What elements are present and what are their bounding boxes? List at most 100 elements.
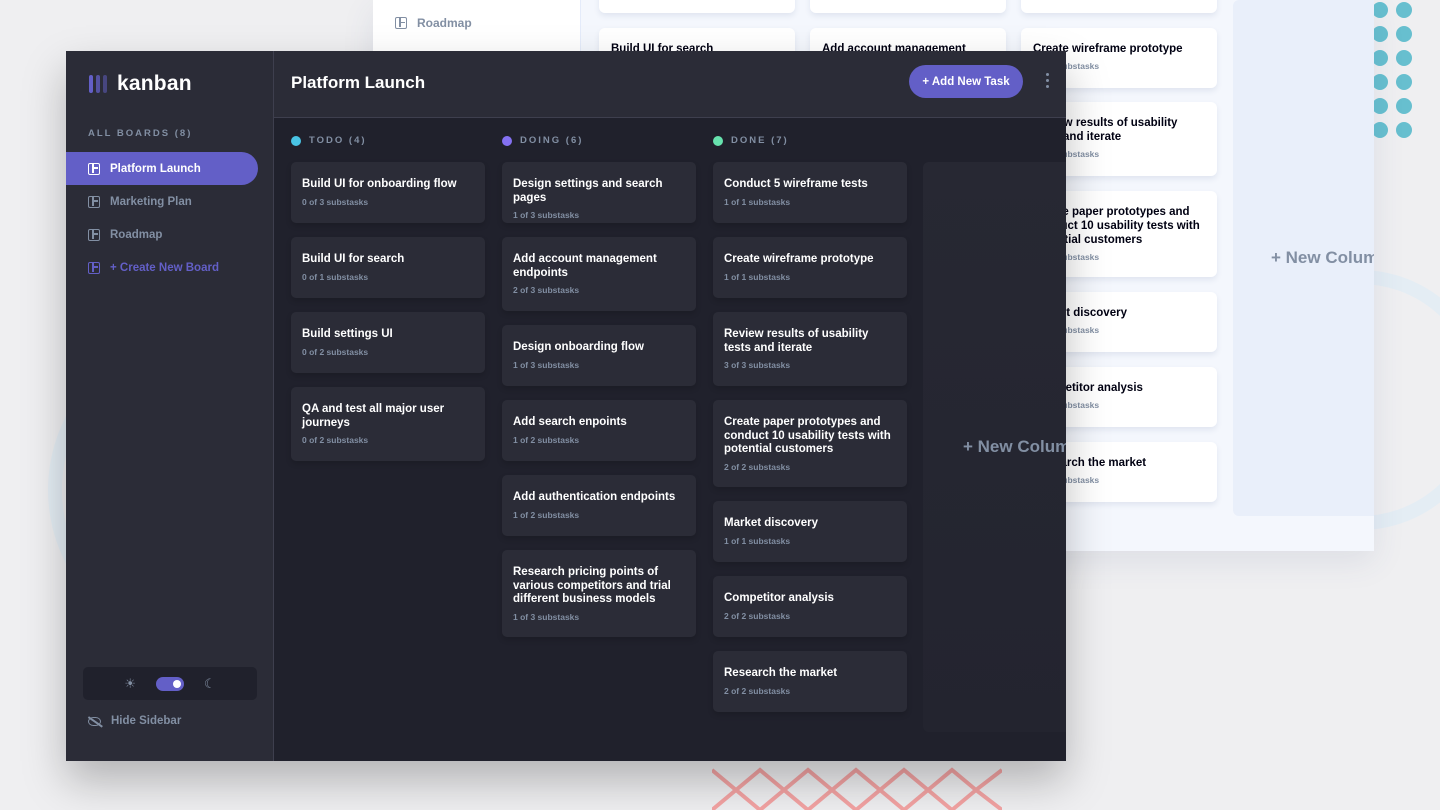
board-icon bbox=[88, 195, 100, 208]
task-title: Create wireframe prototype bbox=[724, 253, 874, 265]
dark-theme-window: kanban ALL BOARDS (8) Platform Launch Ma… bbox=[66, 51, 1066, 761]
task-title: Build UI for search bbox=[302, 253, 405, 265]
task-card[interactable]: Design settings and search pages 1 of 3 … bbox=[502, 162, 696, 223]
page-title: Platform Launch bbox=[291, 73, 426, 92]
sidebar-item-label: Platform Launch bbox=[110, 162, 201, 175]
sun-icon: ☀ bbox=[124, 676, 136, 691]
add-new-task-button[interactable]: + Add New Task bbox=[909, 65, 1023, 98]
task-subtasks: 1 of 3 substasks bbox=[513, 210, 580, 220]
column-title: TODO (4) bbox=[309, 135, 367, 146]
task-card[interactable]: Add search enpoints 1 of 2 substasks bbox=[502, 400, 696, 461]
task-card[interactable]: Research the market 2 of 2 substasks bbox=[713, 651, 907, 712]
task-title: Research pricing points of various compe… bbox=[513, 566, 671, 605]
task-subtasks: 0 of 3 substasks bbox=[302, 196, 369, 207]
sidebar-item-platform-launch[interactable]: Platform Launch bbox=[66, 152, 258, 185]
task-card[interactable]: Build UI for onboarding flow 0 of 3 subs… bbox=[291, 162, 485, 223]
task-subtasks: 2 of 2 substasks bbox=[724, 685, 791, 696]
hide-sidebar-label: Hide Sidebar bbox=[111, 715, 182, 727]
task-title: Design onboarding flow bbox=[513, 341, 644, 353]
task-card[interactable]: Conduct 5 wireframe tests 1 of 1 substas… bbox=[713, 162, 907, 223]
task-title: Competitor analysis bbox=[724, 592, 834, 604]
column-title: DONE (7) bbox=[731, 135, 789, 146]
light-sidebar-item-label: Roadmap bbox=[417, 16, 472, 30]
task-card[interactable]: Research pricing points of various compe… bbox=[502, 550, 696, 637]
logo-text: kanban bbox=[117, 72, 192, 95]
sidebar-item-label: Roadmap bbox=[110, 228, 163, 241]
task-subtasks: 1 of 2 substasks bbox=[513, 434, 580, 445]
task-title: Add search enpoints bbox=[513, 416, 627, 428]
light-card bbox=[599, 0, 795, 13]
task-subtasks: 2 of 2 substasks bbox=[724, 610, 791, 621]
task-card[interactable]: Build UI for search 0 of 1 substasks bbox=[291, 237, 485, 298]
task-title: QA and test all major user journeys bbox=[302, 403, 445, 429]
status-dot bbox=[502, 135, 512, 146]
task-subtasks: 1 of 3 substasks bbox=[513, 611, 580, 622]
task-title: Add authentication endpoints bbox=[513, 491, 676, 503]
task-title: Design settings and search pages bbox=[513, 178, 663, 204]
board-icon bbox=[395, 17, 407, 29]
create-new-board-button[interactable]: + Create New Board bbox=[66, 251, 258, 284]
task-card[interactable]: QA and test all major user journeys 0 of… bbox=[291, 387, 485, 461]
task-subtasks: 0 of 2 substasks bbox=[302, 346, 369, 357]
task-card[interactable]: Design onboarding flow 1 of 3 substasks bbox=[502, 325, 696, 386]
decorative-dot-grid bbox=[1372, 2, 1412, 138]
task-subtasks: 2 of 2 substasks bbox=[724, 461, 791, 472]
theme-switch[interactable] bbox=[156, 676, 184, 691]
task-subtasks: 1 of 1 substasks bbox=[724, 196, 791, 207]
moon-icon: ☾ bbox=[204, 676, 216, 691]
sidebar-item-marketing-plan[interactable]: Marketing Plan bbox=[66, 185, 258, 218]
new-column-button[interactable]: + New Column bbox=[923, 162, 1066, 732]
decorative-zigzag bbox=[712, 767, 1002, 810]
column-header: DOING (6) bbox=[502, 135, 583, 146]
task-subtasks: 0 of 1 substasks bbox=[302, 271, 369, 282]
header: Platform Launch + Add New Task bbox=[274, 51, 1066, 118]
board-list: Platform Launch Marketing Plan Roadmap +… bbox=[66, 152, 258, 284]
light-sidebar-item-roadmap: Roadmap bbox=[395, 16, 472, 30]
board-icon bbox=[88, 228, 100, 241]
task-card[interactable]: Market discovery 1 of 1 substasks bbox=[713, 501, 907, 562]
task-title: Market discovery bbox=[724, 517, 818, 529]
light-card bbox=[810, 0, 1006, 13]
task-title: Research the market bbox=[724, 667, 838, 679]
task-card[interactable]: Create wireframe prototype 1 of 1 substa… bbox=[713, 237, 907, 298]
logo-icon bbox=[89, 75, 107, 93]
create-new-board-label: + Create New Board bbox=[110, 261, 219, 274]
task-card[interactable]: Add authentication endpoints 1 of 2 subs… bbox=[502, 475, 696, 536]
board-icon bbox=[88, 162, 100, 175]
sidebar-item-label: Marketing Plan bbox=[110, 195, 192, 208]
task-card[interactable]: Create paper prototypes and conduct 10 u… bbox=[713, 400, 907, 487]
task-title: Conduct 5 wireframe tests bbox=[724, 178, 868, 190]
task-subtasks: 1 of 1 substasks bbox=[724, 535, 791, 546]
kebab-menu-icon[interactable] bbox=[1046, 73, 1049, 88]
column-header: TODO (4) bbox=[291, 135, 367, 146]
eye-slash-icon bbox=[88, 716, 101, 726]
status-dot bbox=[713, 135, 723, 146]
board: TODO (4) Build UI for onboarding flow 0 … bbox=[274, 118, 1066, 761]
column-header: DONE (7) bbox=[713, 135, 789, 146]
sidebar: kanban ALL BOARDS (8) Platform Launch Ma… bbox=[66, 51, 274, 761]
task-card[interactable]: Competitor analysis 2 of 2 substasks bbox=[713, 576, 907, 637]
hide-sidebar-button[interactable]: Hide Sidebar bbox=[88, 715, 181, 727]
all-boards-heading: ALL BOARDS (8) bbox=[88, 128, 193, 139]
light-new-column: + New Column bbox=[1233, 0, 1374, 516]
task-card[interactable]: Add account management endpoints 2 of 3 … bbox=[502, 237, 696, 311]
task-title: Create paper prototypes and conduct 10 u… bbox=[724, 416, 891, 455]
task-title: Build settings UI bbox=[302, 328, 393, 340]
sidebar-item-roadmap[interactable]: Roadmap bbox=[66, 218, 258, 251]
light-card bbox=[1021, 0, 1217, 13]
task-card[interactable]: Build settings UI 0 of 2 substasks bbox=[291, 312, 485, 373]
task-subtasks: 0 of 2 substasks bbox=[302, 435, 369, 445]
task-subtasks: 1 of 3 substasks bbox=[513, 359, 580, 370]
task-title: Add account management endpoints bbox=[513, 253, 657, 279]
theme-toggle: ☀ ☾ bbox=[83, 667, 257, 700]
logo: kanban bbox=[89, 72, 192, 96]
task-subtasks: 1 of 1 substasks bbox=[724, 271, 791, 282]
task-subtasks: 2 of 3 substasks bbox=[513, 285, 580, 295]
task-subtasks: 1 of 2 substasks bbox=[513, 509, 580, 520]
task-subtasks: 3 of 3 substasks bbox=[724, 360, 791, 370]
status-dot bbox=[291, 135, 301, 146]
board-icon bbox=[88, 261, 100, 274]
column-title: DOING (6) bbox=[520, 135, 584, 146]
task-card[interactable]: Review results of usability tests and it… bbox=[713, 312, 907, 386]
task-title: Build UI for onboarding flow bbox=[302, 178, 457, 190]
